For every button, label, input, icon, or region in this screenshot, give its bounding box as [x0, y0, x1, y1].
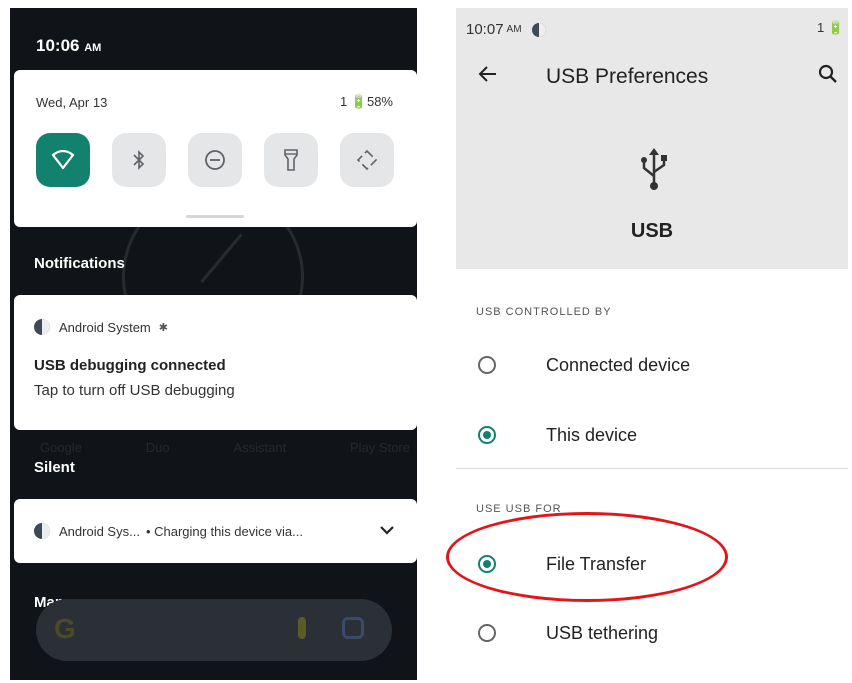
bluetooth-icon: [133, 150, 145, 170]
radio-usb-tethering[interactable]: [478, 624, 496, 642]
highlight-annotation: [446, 512, 728, 602]
dnd-tile[interactable]: [188, 133, 242, 187]
google-logo-icon: G: [54, 613, 76, 644]
home-app-label: Assistant: [233, 440, 287, 455]
wifi-tile[interactable]: [36, 133, 90, 187]
time-text: 10:06: [36, 36, 80, 55]
qs-battery-status: 1 🔋58%: [339, 94, 393, 109]
time-ampm: AM: [506, 24, 522, 35]
charging-app-name: Android Sys...: [59, 523, 140, 539]
bug-icon: ✱: [158, 321, 168, 334]
charging-notification[interactable]: Android Sys... • Charging this device vi…: [14, 499, 417, 563]
notification-text: Tap to turn off USB debugging: [34, 382, 235, 399]
option-this-device[interactable]: This device: [456, 405, 848, 465]
home-app-label: Duo: [145, 440, 170, 455]
status-time: 10:06 AM: [36, 36, 101, 56]
android-system-icon: [34, 319, 50, 335]
status-right: 1 🔋: [816, 20, 844, 35]
time-ampm: AM: [84, 42, 102, 54]
notifications-header: Notifications: [34, 255, 125, 272]
usb-controlled-by-section: USB CONTROLLED BY: [476, 306, 612, 318]
notification-app-row: Android System ✱: [34, 319, 168, 335]
mic-icon[interactable]: [298, 617, 306, 639]
auto-rotate-icon: [356, 149, 378, 171]
notification-title: USB debugging connected: [34, 357, 226, 374]
option-label: USB tethering: [546, 622, 659, 643]
bluetooth-tile[interactable]: [112, 133, 166, 187]
usb-debugging-notification[interactable]: Android System ✱ USB debugging connected…: [14, 295, 417, 430]
flashlight-icon: [284, 149, 298, 171]
page-title: USB Preferences: [546, 65, 709, 88]
silent-header: Silent: [34, 459, 75, 476]
auto-rotate-tile[interactable]: [340, 133, 394, 187]
qs-date: Wed, Apr 13: [36, 95, 108, 110]
charging-text: • Charging this device via...: [145, 523, 303, 539]
option-connected-device[interactable]: Connected device: [456, 335, 848, 395]
option-label: Connected device: [546, 354, 691, 375]
do-not-disturb-icon: [205, 150, 225, 170]
lens-icon[interactable]: [342, 617, 364, 639]
home-app-labels: Google Duo Assistant Play Store: [40, 440, 410, 455]
status-time: 10:07 AM: [466, 21, 546, 38]
home-app-label: Google: [40, 440, 82, 455]
quick-settings-panel: Wed, Apr 13 1 🔋58%: [14, 70, 417, 227]
home-search-bar[interactable]: G: [36, 599, 392, 661]
back-arrow-icon[interactable]: [478, 63, 498, 89]
android-system-status-icon: [531, 22, 546, 37]
home-app-label: Play Store: [350, 440, 410, 455]
android-system-icon: [34, 523, 50, 539]
notification-app-name: Android System: [59, 319, 151, 335]
qs-drag-handle[interactable]: [186, 215, 244, 218]
option-usb-tethering[interactable]: USB tethering: [456, 603, 848, 663]
section-divider: [456, 468, 848, 469]
radio-this-device[interactable]: [478, 426, 496, 444]
usb-header-label: USB: [630, 220, 674, 242]
radio-connected-device[interactable]: [478, 356, 496, 374]
notification-shade: 10:06 AM Wed, Apr 13 1 🔋58% Notification…: [10, 8, 417, 680]
search-icon[interactable]: [818, 64, 838, 89]
chevron-down-icon[interactable]: [379, 524, 395, 536]
option-label: This device: [546, 424, 638, 445]
flashlight-tile[interactable]: [264, 133, 318, 187]
usb-header: 10:07 AM 1 🔋 USB Preferences USB: [456, 8, 848, 269]
charging-app-row: Android Sys... • Charging this device vi…: [34, 523, 303, 539]
time-text: 10:07: [466, 21, 504, 38]
wifi-icon: [51, 150, 75, 170]
usb-icon: [641, 148, 667, 195]
